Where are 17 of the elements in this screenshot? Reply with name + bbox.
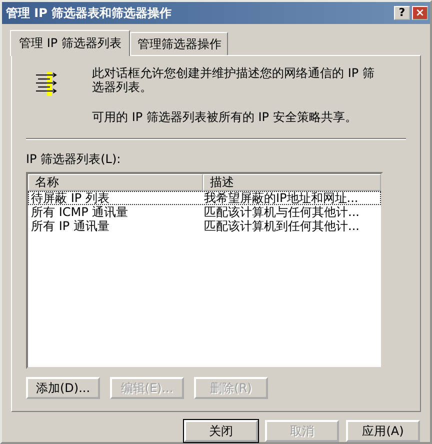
description-text: 此对话框允许您创建并维护描述您的网络通信的 IP 筛选器列表。 xyxy=(92,66,376,94)
list-label: IP 筛选器列表(L): xyxy=(26,150,122,168)
dialog-button[interactable]: 应用(A) xyxy=(346,420,420,442)
window-title: 管理 IP 筛选器表和筛选器操作 xyxy=(6,4,173,22)
filter-icon xyxy=(36,72,58,96)
tab[interactable]: 管理筛选器操作 xyxy=(130,32,228,55)
tab[interactable]: 管理 IP 筛选器列表 xyxy=(10,30,130,56)
list-row[interactable]: 所有 ICMP 通讯量 匹配该计算机与任何其他计... xyxy=(28,204,381,219)
dialog-button[interactable]: 添加(D)... xyxy=(26,376,100,399)
list-row[interactable]: 待屏蔽 IP 列表 我希望屏蔽的IP地址和网址... xyxy=(28,190,381,205)
close-button[interactable]: × xyxy=(412,6,428,20)
column-header[interactable]: 名称 xyxy=(28,174,203,191)
description-text: 可用的 IP 筛选器列表被所有的 IP 安全策略共享。 xyxy=(92,110,358,124)
column-header[interactable]: 描述 xyxy=(203,174,381,191)
list-row[interactable]: 所有 IP 通讯量 匹配该计算机到任何其他计... xyxy=(28,218,381,233)
dialog-button[interactable]: 关闭 xyxy=(184,420,258,442)
help-button[interactable]: ? xyxy=(394,6,410,20)
